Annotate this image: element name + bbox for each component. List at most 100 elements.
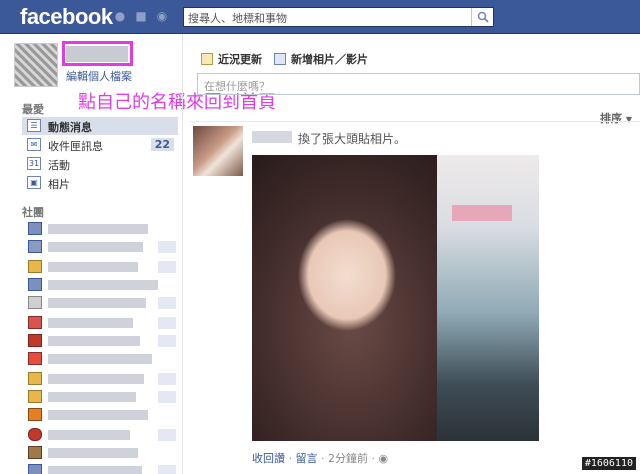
top-bar: facebook ● ■ ◉ 搜尋人、地標和事物 <box>0 0 640 34</box>
sidebar-item-label: 相片 <box>48 178 70 191</box>
profile-picture[interactable] <box>14 43 58 87</box>
composer-tab-label: 新增相片／影片 <box>291 53 368 66</box>
inbox-icon: ✉ <box>27 138 41 151</box>
sidebar-group-item[interactable] <box>24 372 176 386</box>
photo-upload-icon <box>274 53 286 65</box>
group-name-blurred <box>48 336 140 346</box>
apple-icon <box>28 428 42 441</box>
sidebar-item-photos[interactable]: ▣ 相片 <box>22 174 178 192</box>
group-name-blurred <box>48 374 144 384</box>
messages-icon[interactable]: ■ <box>133 9 149 23</box>
group-count-blurred <box>158 297 176 309</box>
photos-icon: ▣ <box>27 176 41 189</box>
watermark: #1606110 <box>581 457 636 470</box>
sidebar-group-item[interactable] <box>24 352 176 366</box>
comment-link[interactable]: 留言 <box>296 452 318 465</box>
annotation-highlight-box <box>62 41 133 66</box>
group-name-blurred <box>48 392 136 402</box>
status-input-placeholder: 在想什麼嗎？ <box>204 80 270 93</box>
friend-requests-icon[interactable]: ● <box>112 9 128 23</box>
group-icon <box>28 222 42 235</box>
sidebar-group-item[interactable] <box>24 240 176 254</box>
sidebar-group-item[interactable] <box>24 428 176 442</box>
column-divider <box>182 34 183 474</box>
group-count-blurred <box>158 317 176 329</box>
group-name-blurred <box>48 410 148 420</box>
story-meta: 收回讚 · 留言 · 2分鐘前 · ◉ <box>252 452 389 465</box>
search-input[interactable]: 搜尋人、地標和事物 <box>188 10 287 26</box>
story-author-avatar[interactable] <box>193 126 243 176</box>
status-input[interactable]: 在想什麼嗎？ <box>197 73 640 95</box>
group-name-blurred <box>48 466 142 474</box>
groups-heading: 社團 <box>22 206 44 219</box>
story-text: 換了張大頭貼相片。 <box>298 132 407 146</box>
group-count-blurred <box>158 335 176 347</box>
group-name-blurred <box>48 224 148 234</box>
search-bar[interactable]: 搜尋人、地標和事物 <box>183 7 494 27</box>
group-icon <box>28 260 42 273</box>
photo-background <box>437 155 539 441</box>
composer-tab-label: 近況更新 <box>218 53 262 66</box>
caret-down-icon: ▼ <box>625 115 632 124</box>
group-count-blurred <box>158 391 176 403</box>
privacy-globe-icon[interactable]: ◉ <box>379 452 389 465</box>
group-count-blurred <box>158 241 176 253</box>
photo-pink-detail <box>452 205 512 221</box>
group-icon <box>28 372 42 385</box>
favorites-heading: 最愛 <box>22 103 44 116</box>
group-name-blurred <box>48 448 138 458</box>
facebook-logo[interactable]: facebook <box>20 4 113 30</box>
inbox-count-badge: 22 <box>150 138 174 151</box>
sidebar-item-inbox[interactable]: ✉ 收件匣訊息 22 <box>22 136 178 154</box>
group-name-blurred <box>48 430 130 440</box>
sidebar-item-label: 收件匣訊息 <box>48 140 103 153</box>
group-icon <box>28 240 42 253</box>
sidebar-group-item[interactable] <box>24 464 176 474</box>
sort-label: 排序 <box>600 112 622 125</box>
group-name-blurred <box>48 298 146 308</box>
story-author-name-blurred[interactable] <box>252 131 292 143</box>
search-icon <box>477 11 489 23</box>
sidebar-group-item[interactable] <box>24 390 176 404</box>
group-icon <box>28 464 42 474</box>
group-icon <box>28 296 42 309</box>
sidebar-group-item[interactable] <box>24 222 176 236</box>
sidebar-group-item[interactable] <box>24 334 176 348</box>
calendar-icon: 31 <box>27 157 41 170</box>
group-name-blurred <box>48 280 158 290</box>
sidebar-item-label: 動態消息 <box>48 121 92 134</box>
sidebar-group-item[interactable] <box>24 278 176 292</box>
group-count-blurred <box>158 261 176 273</box>
group-icon <box>28 334 42 347</box>
sidebar-group-item[interactable] <box>24 446 176 460</box>
feed-divider <box>190 121 640 122</box>
group-name-blurred <box>48 242 143 252</box>
status-update-icon <box>201 53 213 65</box>
edit-profile-link[interactable]: 編輯個人檔案 <box>66 68 132 84</box>
sidebar-group-item[interactable] <box>24 408 176 422</box>
story-photo[interactable] <box>252 155 539 441</box>
unlike-link[interactable]: 收回讚 <box>252 452 285 465</box>
notifications-globe-icon[interactable]: ◉ <box>154 9 170 23</box>
group-count-blurred <box>158 429 176 441</box>
sort-dropdown[interactable]: 排序 ▼ <box>600 110 632 126</box>
sidebar-group-item[interactable] <box>24 296 176 310</box>
sidebar-item-label: 活動 <box>48 159 70 172</box>
group-icon <box>28 278 42 291</box>
composer-tab-status[interactable]: 近況更新 <box>201 51 262 67</box>
sidebar-item-events[interactable]: 31 活動 <box>22 155 178 173</box>
sidebar-item-news-feed[interactable]: ☰ 動態消息 <box>22 117 178 135</box>
news-feed-icon: ☰ <box>27 119 41 132</box>
timestamp[interactable]: 2分鐘前 <box>328 452 368 465</box>
group-icon <box>28 390 42 403</box>
composer-tab-photo[interactable]: 新增相片／影片 <box>274 51 368 67</box>
sidebar-group-item[interactable] <box>24 316 176 330</box>
group-name-blurred <box>48 354 152 364</box>
search-button[interactable] <box>471 8 493 26</box>
sidebar-group-item[interactable] <box>24 260 176 274</box>
group-icon <box>28 316 42 329</box>
group-icon <box>28 352 42 365</box>
paw-icon <box>28 446 42 459</box>
group-icon <box>28 408 42 421</box>
group-count-blurred <box>158 373 176 385</box>
